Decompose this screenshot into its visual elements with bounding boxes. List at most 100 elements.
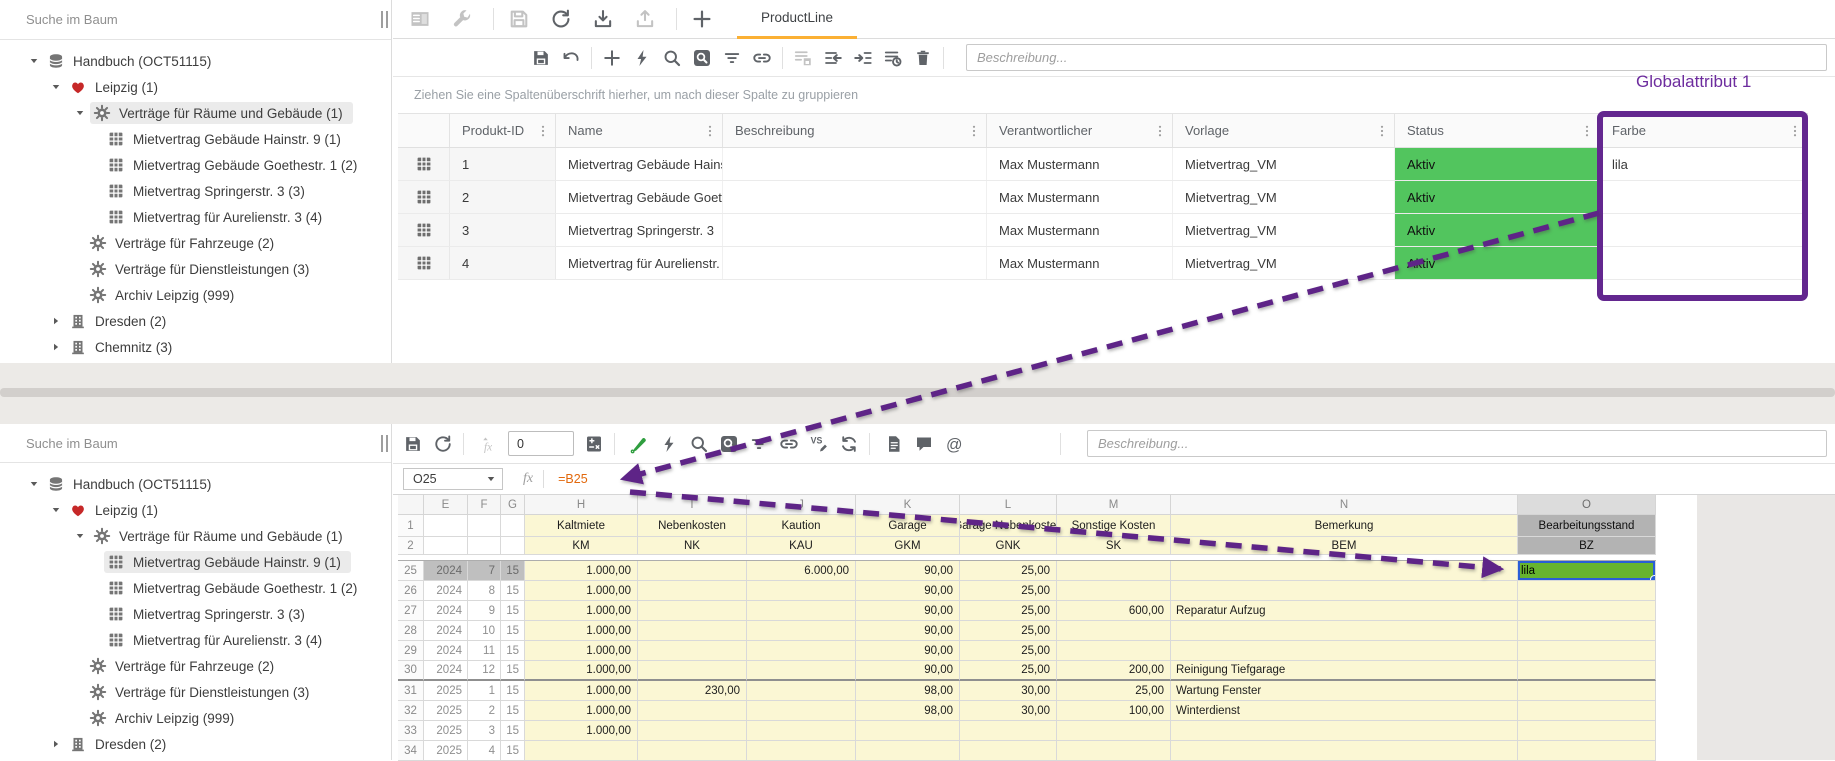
rows-export-button[interactable] xyxy=(853,48,873,68)
cell-L29[interactable]: 25,00 xyxy=(960,641,1057,661)
cell-E28[interactable]: 2024 xyxy=(424,621,468,641)
cell-vorlage-row4[interactable]: Mietvertrag_VM xyxy=(1173,247,1395,279)
column-header-G[interactable]: G xyxy=(501,495,525,515)
column-menu-icon[interactable] xyxy=(1580,124,1594,138)
column-header-vorlage[interactable]: Vorlage xyxy=(1173,114,1395,147)
cell-K1[interactable]: Garage xyxy=(856,515,960,537)
cell-G30[interactable]: 15 xyxy=(501,661,525,681)
tree-item-mietvertrag-geb-ude-goethestr-1-2[interactable]: Mietvertrag Gebäude Goethestr. 1 (2) xyxy=(0,152,391,178)
cell-L31[interactable]: 30,00 xyxy=(960,681,1057,701)
cell-J30[interactable] xyxy=(747,661,856,681)
cell-farbe-row1[interactable]: lila xyxy=(1600,148,1808,180)
table-row-product-3[interactable]: 3Mietvertrag Springerstr. 3Max Musterman… xyxy=(398,214,1808,247)
cell-verantwortlicher-row3[interactable]: Max Mustermann xyxy=(987,214,1173,246)
cell-O29[interactable] xyxy=(1518,641,1656,661)
cell-F2[interactable] xyxy=(468,537,501,555)
panel-splitter[interactable] xyxy=(0,363,1835,424)
cell-F33[interactable]: 3 xyxy=(468,721,501,741)
cell-O1[interactable]: Bearbeitungsstand xyxy=(1518,515,1656,537)
cell-F26[interactable]: 8 xyxy=(468,581,501,601)
rows-import-button[interactable] xyxy=(823,48,843,68)
sidebar-splitter-handle[interactable] xyxy=(381,11,390,28)
save-grid-button[interactable] xyxy=(531,48,551,68)
row-header-34[interactable]: 34 xyxy=(398,741,424,761)
cell-status-row3[interactable]: Aktiv xyxy=(1395,214,1600,246)
cell-vorlage-row2[interactable]: Mietvertrag_VM xyxy=(1173,181,1395,213)
cell-O2[interactable]: BZ xyxy=(1518,537,1656,555)
cell-H26[interactable]: 1.000,00 xyxy=(525,581,638,601)
comment-button[interactable] xyxy=(914,434,934,454)
column-header-N[interactable]: N xyxy=(1171,495,1518,515)
cell-K25[interactable]: 90,00 xyxy=(856,561,960,581)
cell-N1[interactable]: Bemerkung xyxy=(1171,515,1518,537)
cell-F27[interactable]: 9 xyxy=(468,601,501,621)
column-header-status[interactable]: Status xyxy=(1395,114,1600,147)
cell-K28[interactable]: 90,00 xyxy=(856,621,960,641)
cell-I30[interactable] xyxy=(638,661,747,681)
cell-I32[interactable] xyxy=(638,701,747,721)
column-header-verantwortlicher[interactable]: Verantwortlicher xyxy=(987,114,1173,147)
table-row-product-4[interactable]: 4Mietvertrag für Aurelienstr. 3Max Muste… xyxy=(398,247,1808,280)
cell-G34[interactable]: 15 xyxy=(501,741,525,761)
cell-M26[interactable] xyxy=(1057,581,1171,601)
formula-toggle-button[interactable]: fx xyxy=(478,434,498,454)
filter-button[interactable] xyxy=(749,434,769,454)
rows-save-button[interactable] xyxy=(793,48,813,68)
tree-item-vertr-ge-f-r-fahrzeuge-2[interactable]: Verträge für Fahrzeuge (2) xyxy=(0,230,391,256)
cell-L33[interactable] xyxy=(960,721,1057,741)
cell-G27[interactable]: 15 xyxy=(501,601,525,621)
cell-H33[interactable]: 1.000,00 xyxy=(525,721,638,741)
cell-N32[interactable]: Winterdienst xyxy=(1171,701,1518,721)
cell-F25[interactable]: 7 xyxy=(468,561,501,581)
cell-O33[interactable] xyxy=(1518,721,1656,741)
value-input[interactable] xyxy=(508,431,574,456)
tree-search-input-bottom[interactable] xyxy=(24,435,328,452)
delete-row-button[interactable] xyxy=(913,48,933,68)
cell-N31[interactable]: Wartung Fenster xyxy=(1171,681,1518,701)
cell-M2[interactable]: SK xyxy=(1057,537,1171,555)
caret-down-icon[interactable] xyxy=(46,502,66,518)
cell-G29[interactable]: 15 xyxy=(501,641,525,661)
cell-K33[interactable] xyxy=(856,721,960,741)
rows-history-button[interactable] xyxy=(883,48,903,68)
tree-item-mietvertrag-geb-ude-hainstr-9-1[interactable]: Mietvertrag Gebäude Hainstr. 9 (1) xyxy=(0,549,391,575)
cell-G1[interactable] xyxy=(501,515,525,537)
cell-H31[interactable]: 1.000,00 xyxy=(525,681,638,701)
cell-E34[interactable]: 2025 xyxy=(424,741,468,761)
cell-N26[interactable] xyxy=(1171,581,1518,601)
cell-I25[interactable] xyxy=(638,561,747,581)
row-header-29[interactable]: 29 xyxy=(398,641,424,661)
row-header-27[interactable]: 27 xyxy=(398,601,424,621)
cell-farbe-row2[interactable] xyxy=(1600,181,1808,213)
column-header-K[interactable]: K xyxy=(856,495,960,515)
cell-F30[interactable]: 12 xyxy=(468,661,501,681)
cell-K30[interactable]: 90,00 xyxy=(856,661,960,681)
column-header-beschreibung[interactable]: Beschreibung xyxy=(723,114,987,147)
cell-H30[interactable]: 1.000,00 xyxy=(525,661,638,681)
cell-I33[interactable] xyxy=(638,721,747,741)
cell-E26[interactable]: 2024 xyxy=(424,581,468,601)
cell-O27[interactable] xyxy=(1518,601,1656,621)
cell-verantwortlicher-row4[interactable]: Max Mustermann xyxy=(987,247,1173,279)
tree-item-mietvertrag-springerstr-3-3[interactable]: Mietvertrag Springerstr. 3 (3) xyxy=(0,178,391,204)
cell-H29[interactable]: 1.000,00 xyxy=(525,641,638,661)
cell-N30[interactable]: Reinigung Tiefgarage xyxy=(1171,661,1518,681)
cell-vorlage-row1[interactable]: Mietvertrag_VM xyxy=(1173,148,1395,180)
description-input[interactable] xyxy=(966,44,1827,71)
cell-M25[interactable] xyxy=(1057,561,1171,581)
cell-G31[interactable]: 15 xyxy=(501,681,525,701)
row-header-30[interactable]: 30 xyxy=(398,661,424,681)
tree-item-mietvertrag-geb-ude-hainstr-9-1[interactable]: Mietvertrag Gebäude Hainstr. 9 (1) xyxy=(0,126,391,152)
restore-history-button[interactable] xyxy=(433,434,453,454)
tree-item-archiv-leipzig-999[interactable]: Archiv Leipzig (999) xyxy=(0,705,391,731)
settings-wrench-button[interactable] xyxy=(451,8,473,30)
cell-produkt_id-row1[interactable]: 1 xyxy=(450,148,556,180)
description-input-bottom[interactable] xyxy=(1087,430,1827,457)
cell-H32[interactable]: 1.000,00 xyxy=(525,701,638,721)
cell-L32[interactable]: 30,00 xyxy=(960,701,1057,721)
caret-down-icon[interactable] xyxy=(70,105,90,121)
column-menu-icon[interactable] xyxy=(967,124,981,138)
cell-K26[interactable]: 90,00 xyxy=(856,581,960,601)
column-menu-icon[interactable] xyxy=(1153,124,1167,138)
caret-down-icon[interactable] xyxy=(70,528,90,544)
